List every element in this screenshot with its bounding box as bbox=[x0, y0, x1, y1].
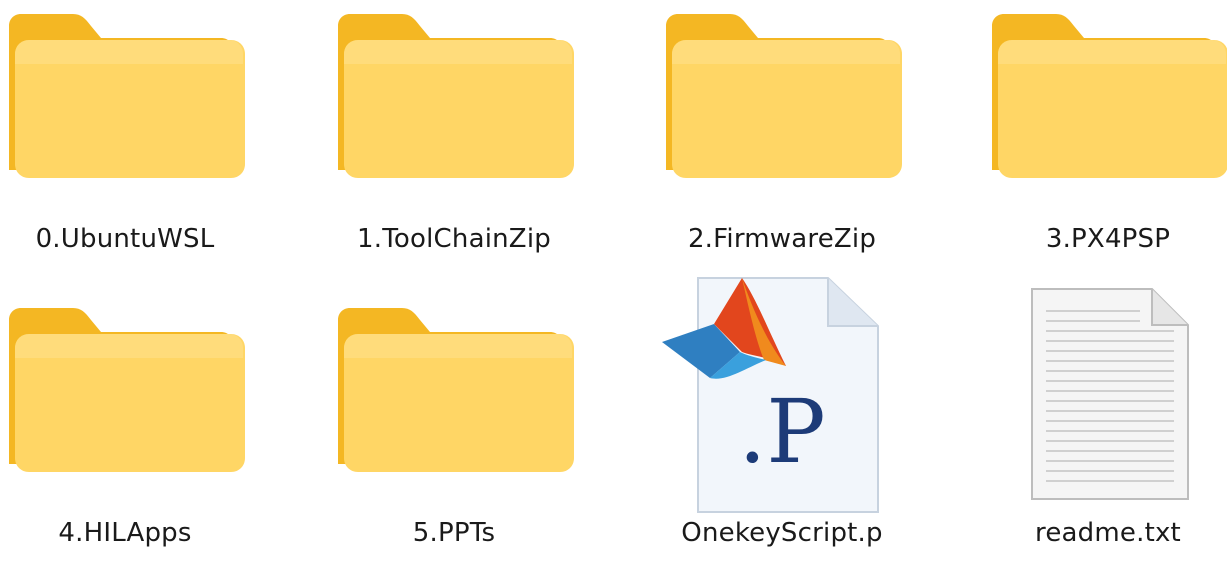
file-item-2-firmwarezip[interactable]: 2.FirmwareZip bbox=[632, 6, 932, 276]
folder-icon bbox=[338, 308, 574, 472]
file-label: 5.PPTs bbox=[412, 518, 496, 548]
folder-icon bbox=[338, 14, 574, 178]
file-label: 3.PX4PSP bbox=[1045, 224, 1171, 254]
file-item-onekeyscript-p[interactable]: .P OnekeyScript.p bbox=[632, 270, 932, 548]
file-item-3-px4psp[interactable]: 3.PX4PSP bbox=[958, 6, 1227, 276]
file-label: OnekeyScript.p bbox=[681, 518, 883, 548]
file-label: readme.txt bbox=[1035, 518, 1181, 548]
matlab-p-file-icon: .P bbox=[662, 277, 879, 513]
file-item-1-toolchainzip[interactable]: 1.ToolChainZip bbox=[304, 6, 604, 276]
folder-icon bbox=[9, 308, 245, 472]
folder-icon bbox=[992, 14, 1227, 178]
file-item-readme-txt[interactable]: readme.txt bbox=[958, 285, 1227, 555]
file-item-0-ubuntuwsl[interactable]: 0.UbuntuWSL bbox=[0, 6, 275, 276]
file-item-5-ppts[interactable]: 5.PPTs bbox=[304, 300, 604, 570]
file-label: 1.ToolChainZip bbox=[357, 224, 551, 254]
file-label: 2.FirmwareZip bbox=[687, 224, 877, 254]
folder-icon bbox=[9, 14, 245, 178]
text-file-icon bbox=[1031, 288, 1189, 500]
file-label: 0.UbuntuWSL bbox=[35, 224, 215, 254]
file-item-4-hilapps[interactable]: 4.HILApps bbox=[0, 300, 275, 570]
folder-icon bbox=[666, 14, 902, 178]
p-file-letter: .P bbox=[738, 380, 825, 483]
file-label: 4.HILApps bbox=[58, 518, 192, 548]
